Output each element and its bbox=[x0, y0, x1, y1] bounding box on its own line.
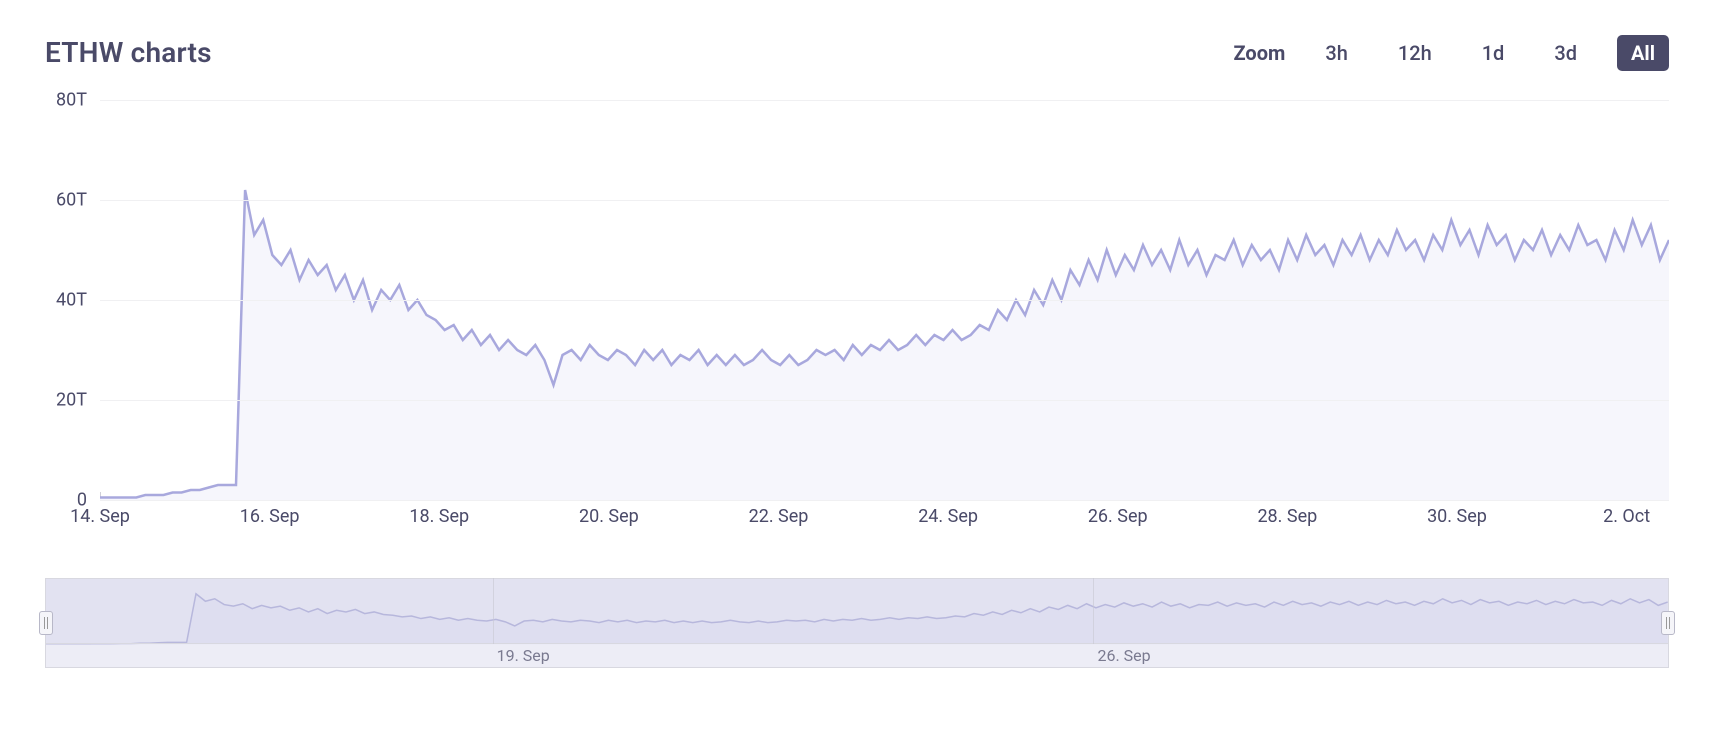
navigator-tick-mark bbox=[493, 578, 494, 644]
y-tick: 40T bbox=[56, 290, 87, 311]
navigator-handle-right[interactable] bbox=[1661, 611, 1675, 635]
y-tick: 80T bbox=[56, 90, 87, 111]
grid-line bbox=[100, 500, 1669, 501]
zoom-label: Zoom bbox=[1234, 41, 1286, 65]
chart-container: ETHW charts Zoom 3h 12h 1d 3d All 020T40… bbox=[0, 0, 1714, 730]
x-axis: 14. Sep16. Sep18. Sep20. Sep22. Sep24. S… bbox=[100, 500, 1669, 530]
zoom-button-3h[interactable]: 3h bbox=[1315, 36, 1357, 70]
zoom-controls: Zoom 3h 12h 1d 3d All bbox=[1234, 35, 1670, 71]
x-tick: 30. Sep bbox=[1427, 506, 1487, 527]
navigator-x-axis: 19. Sep 26. Sep bbox=[46, 643, 1668, 667]
x-tick: 26. Sep bbox=[1088, 506, 1148, 527]
zoom-button-all[interactable]: All bbox=[1617, 35, 1669, 71]
x-tick: 24. Sep bbox=[918, 506, 978, 527]
grid-line bbox=[100, 400, 1669, 401]
x-tick: 20. Sep bbox=[579, 506, 639, 527]
y-tick: 60T bbox=[56, 190, 87, 211]
navigator-tick: 26. Sep bbox=[1097, 646, 1150, 665]
grid-line bbox=[100, 100, 1669, 101]
navigator-tick: 19. Sep bbox=[497, 646, 550, 665]
navigator-handle-left[interactable] bbox=[39, 611, 53, 635]
y-axis: 020T40T60T80T bbox=[45, 100, 95, 500]
x-tick: 14. Sep bbox=[70, 506, 130, 527]
grid-line bbox=[100, 200, 1669, 201]
zoom-button-12h[interactable]: 12h bbox=[1388, 36, 1442, 70]
x-tick: 18. Sep bbox=[409, 506, 469, 527]
x-tick: 22. Sep bbox=[749, 506, 809, 527]
y-tick: 20T bbox=[56, 390, 87, 411]
chart-title: ETHW charts bbox=[45, 36, 212, 69]
x-tick: 16. Sep bbox=[240, 506, 300, 527]
grid-line bbox=[100, 300, 1669, 301]
range-navigator[interactable]: 19. Sep 26. Sep bbox=[45, 578, 1669, 668]
chart-header: ETHW charts Zoom 3h 12h 1d 3d All bbox=[0, 0, 1714, 75]
x-tick: 2. Oct bbox=[1603, 506, 1650, 527]
plot-area[interactable]: 020T40T60T80T 14. Sep16. Sep18. Sep20. S… bbox=[45, 100, 1669, 530]
zoom-button-3d[interactable]: 3d bbox=[1544, 36, 1587, 70]
zoom-button-1d[interactable]: 1d bbox=[1472, 36, 1515, 70]
navigator-tick-mark bbox=[1093, 578, 1094, 644]
x-tick: 28. Sep bbox=[1257, 506, 1317, 527]
